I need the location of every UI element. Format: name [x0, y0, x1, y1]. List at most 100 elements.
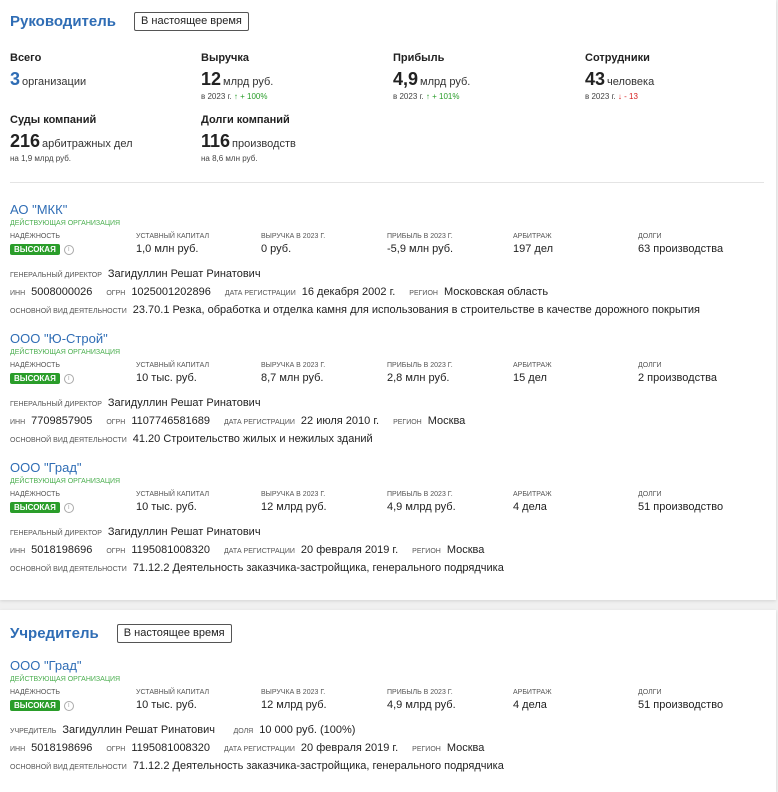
stat-employees: Сотрудники 43 человека в 2023 г. ↓ - 13: [585, 52, 654, 101]
region-label: регион: [412, 746, 441, 753]
reliability-badge: ВЫСОКАЯ: [10, 373, 60, 385]
region-value: Москва: [446, 742, 485, 754]
metric-reliability-label: надёжность: [10, 689, 61, 696]
stat-courts-sub: на 1,9 млрд руб.: [10, 154, 72, 163]
company-status: действующая организация: [10, 478, 121, 485]
metric-arbitration-value: 4 дела: [513, 501, 547, 513]
inn-label: инн: [10, 290, 26, 297]
ogrn-label: огрн: [106, 746, 126, 753]
reg-date-label: дата регистрации: [224, 746, 295, 753]
metric-reliability-label: надёжность: [10, 362, 61, 369]
person-name[interactable]: Загидуллин Решат Ринатович: [108, 397, 261, 409]
share-value: 10 000 руб. (100%): [259, 724, 356, 736]
inn-label: инн: [10, 419, 26, 426]
info-icon[interactable]: i: [63, 244, 74, 255]
metric-debts: долги 2 производства: [638, 362, 717, 384]
reliability-badge: ВЫСОКАЯ: [10, 502, 60, 514]
reliability-badge: ВЫСОКАЯ: [10, 244, 60, 256]
stat-revenue-year: в 2023 г.: [201, 92, 232, 101]
stat-employees-unit: человека: [607, 76, 655, 88]
activity-label: основной вид деятельности: [10, 764, 127, 771]
metric-capital-label: уставный капитал: [136, 362, 210, 369]
metric-revenue-label: выручка в 2023 г.: [261, 689, 326, 696]
metric-profit-value: 4,9 млрд руб.: [387, 699, 456, 711]
metric-revenue-label: выручка в 2023 г.: [261, 233, 326, 240]
founder-period-badge[interactable]: В настоящее время: [116, 624, 232, 643]
stat-courts-unit: арбитражных дел: [42, 138, 133, 150]
stat-debts-label: Долги компаний: [201, 114, 290, 126]
person-line: генеральный директор Загидуллин Решат Рин…: [10, 395, 770, 409]
metric-revenue: выручка в 2023 г. 8,7 млн руб.: [261, 362, 325, 384]
activity-label: основной вид деятельности: [10, 566, 127, 573]
reg-date-value: 20 февраля 2019 г.: [300, 742, 399, 754]
founder-section-title: Учредитель: [10, 625, 99, 642]
reg-date-value: 16 декабря 2002 г.: [301, 286, 396, 298]
director-card: Руководитель В настоящее время Всего 3 ор…: [0, 0, 776, 600]
person-name[interactable]: Загидуллин Решат Ринатович: [62, 724, 215, 736]
stat-employees-value: 43: [585, 69, 606, 89]
person-name[interactable]: Загидуллин Решат Ринатович: [108, 268, 261, 280]
ogrn-value: 1025001202896: [131, 286, 211, 298]
company-status: действующая организация: [10, 349, 121, 356]
metric-debts: долги 51 производство: [638, 689, 723, 711]
company-name-link[interactable]: АО "МКК": [10, 202, 770, 217]
metric-profit: прибыль в 2023 г. -5,9 млн руб.: [387, 233, 453, 255]
person-line: учредитель Загидуллин Решат Ринатович дол…: [10, 722, 770, 736]
role-label: генеральный директор: [10, 530, 102, 537]
region-value: Московская область: [443, 286, 549, 298]
metric-capital-label: уставный капитал: [136, 491, 210, 498]
activity-value: 23.70.1 Резка, обработка и отделка камня…: [132, 304, 701, 316]
metric-debts-value: 51 производство: [638, 699, 724, 711]
share-label: доля: [233, 728, 254, 735]
activity-line: основной вид деятельности 71.12.2 Деятель…: [10, 560, 770, 574]
stat-employees-change: ↓ - 13: [617, 92, 638, 101]
company-name-link[interactable]: ООО "Град": [10, 658, 770, 673]
company-metrics: надёжность ВЫСОКАЯ i уставный капитал 1,0…: [10, 233, 770, 259]
company-metrics: надёжность ВЫСОКАЯ i уставный капитал 10 …: [10, 689, 770, 715]
stat-debts-value[interactable]: 116: [201, 131, 230, 151]
person-name[interactable]: Загидуллин Решат Ринатович: [108, 526, 261, 538]
ogrn-label: огрн: [106, 290, 126, 297]
activity-line: основной вид деятельности 41.20 Строитель…: [10, 431, 770, 445]
metric-revenue-label: выручка в 2023 г.: [261, 362, 326, 369]
stat-debts: Долги компаний 116 производств на 8,6 млн…: [201, 114, 296, 163]
activity-label: основной вид деятельности: [10, 308, 127, 315]
stat-revenue-unit: млрд руб.: [223, 76, 274, 88]
metric-profit-value: 2,8 млн руб.: [387, 372, 450, 384]
info-icon[interactable]: i: [63, 700, 74, 711]
stat-profit-change: ↑ + 101%: [425, 92, 460, 101]
stat-courts-value[interactable]: 216: [10, 131, 40, 151]
reg-date-value: 20 февраля 2019 г.: [300, 544, 399, 556]
director-period-badge[interactable]: В настоящее время: [134, 12, 249, 31]
metric-profit-label: прибыль в 2023 г.: [387, 362, 453, 369]
info-icon[interactable]: i: [63, 502, 74, 513]
metric-arbitration-value: 15 дел: [513, 372, 547, 384]
metric-debts-label: долги: [638, 689, 662, 696]
info-icon[interactable]: i: [63, 373, 74, 384]
stat-total-label: Всего: [10, 52, 42, 64]
metric-revenue: выручка в 2023 г. 12 млрд руб.: [261, 491, 327, 513]
metric-capital-value: 10 тыс. руб.: [136, 699, 197, 711]
company-card-yu-stroy: ООО "Ю-Строй" действующая организация на…: [10, 331, 770, 445]
metric-revenue-value: 0 руб.: [261, 243, 292, 255]
metric-capital: уставный капитал 10 тыс. руб.: [136, 689, 209, 711]
role-label: учредитель: [10, 728, 57, 735]
region-value: Москва: [427, 415, 466, 427]
ogrn-label: огрн: [106, 548, 126, 555]
metric-arbitration: арбитраж 15 дел: [513, 362, 552, 384]
company-card-mkk: АО "МКК" действующая организация надёжно…: [10, 202, 770, 316]
role-label: генеральный директор: [10, 401, 102, 408]
metric-capital-label: уставный капитал: [136, 233, 210, 240]
company-name-link[interactable]: ООО "Град": [10, 460, 770, 475]
metric-revenue-label: выручка в 2023 г.: [261, 491, 326, 498]
metric-capital-value: 1,0 млн руб.: [136, 243, 199, 255]
metric-arbitration-label: арбитраж: [513, 491, 552, 498]
stat-revenue-value: 12: [201, 69, 222, 89]
company-name-link[interactable]: ООО "Ю-Строй": [10, 331, 770, 346]
metric-revenue-value: 12 млрд руб.: [261, 699, 327, 711]
metric-reliability: надёжность ВЫСОКАЯ i: [10, 233, 74, 258]
metric-arbitration-value: 197 дел: [513, 243, 553, 255]
stat-total-value[interactable]: 3: [10, 69, 20, 89]
metric-reliability-label: надёжность: [10, 233, 61, 240]
stat-profit-label: Прибыль: [393, 52, 445, 64]
